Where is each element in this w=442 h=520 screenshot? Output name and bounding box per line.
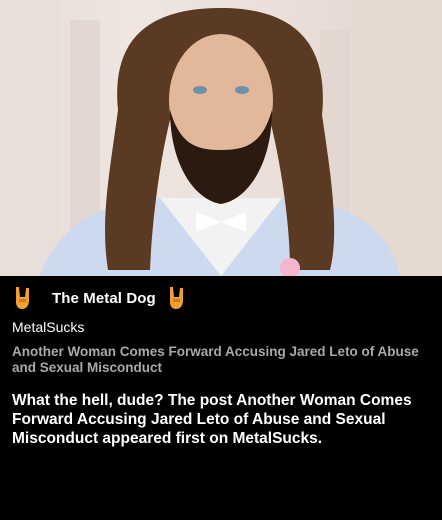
rock-hand-icon xyxy=(169,287,183,309)
feed-card[interactable]: The Metal Dog MetalSucks Another Woman C… xyxy=(0,0,442,520)
site-name: MetalSucks xyxy=(12,319,85,335)
article-photo[interactable] xyxy=(0,0,442,276)
rock-hand-icon xyxy=(16,287,29,309)
article-summary: What the hell, dude? The post Another Wo… xyxy=(12,392,412,447)
feed-header: The Metal Dog xyxy=(12,284,188,312)
article-headline[interactable]: Another Woman Comes Forward Accusing Jar… xyxy=(12,344,422,376)
portrait-illustration xyxy=(0,0,442,276)
source-title[interactable]: The Metal Dog xyxy=(52,290,156,307)
